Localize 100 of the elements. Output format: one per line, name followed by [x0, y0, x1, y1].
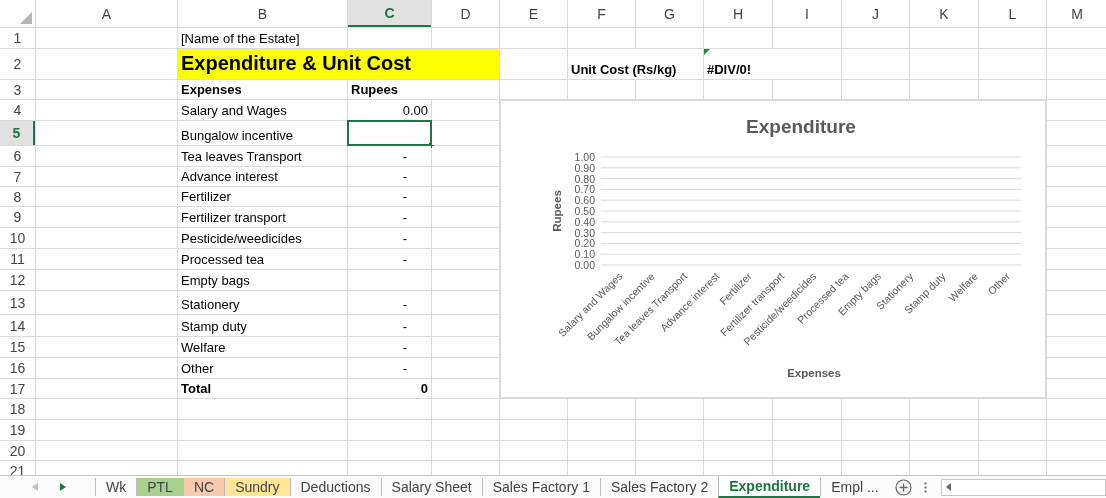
row-header[interactable]: 17	[0, 379, 35, 398]
sheet-tab[interactable]: Sundry	[224, 478, 290, 496]
column-header[interactable]: G	[636, 0, 703, 27]
table-cell[interactable]: Advance interest	[178, 167, 347, 186]
more-options-icon[interactable]	[923, 481, 927, 493]
column-header[interactable]: F	[568, 0, 635, 27]
sheet-tab[interactable]: Empl ...	[820, 478, 889, 496]
empty-cell[interactable]	[1047, 249, 1106, 269]
column-header[interactable]: L	[979, 0, 1046, 27]
column-header[interactable]: B	[178, 0, 347, 27]
column-header[interactable]: M	[1047, 0, 1106, 27]
table-cell[interactable]: Bungalow incentive	[178, 121, 347, 145]
row-header[interactable]: 20	[0, 441, 35, 460]
empty-cell[interactable]	[1047, 146, 1106, 166]
axis-title: Rupees	[551, 190, 563, 232]
table-cell[interactable]: Empty bags	[178, 270, 347, 290]
sheet-tab[interactable]: Expenditure	[718, 476, 821, 498]
axis-tick-label: 0.40	[574, 215, 595, 228]
table-cell[interactable]: -	[348, 167, 431, 186]
table-cell[interactable]: Expenses	[178, 80, 347, 99]
horizontal-scrollbar[interactable]	[940, 478, 1106, 496]
chart-title: Expenditure	[746, 116, 856, 137]
row-header[interactable]: 15	[0, 337, 35, 357]
empty-cell[interactable]	[1047, 167, 1106, 186]
column-header[interactable]: D	[432, 0, 499, 27]
empty-cell[interactable]	[1047, 337, 1106, 357]
table-cell[interactable]: Other	[178, 358, 347, 378]
table-cell[interactable]: #DIV/0!	[704, 49, 841, 79]
table-cell[interactable]: Pesticide/weedicides	[178, 228, 347, 248]
table-cell[interactable]: Tea leaves Transport	[178, 146, 347, 166]
table-cell[interactable]: Fertilizer	[178, 187, 347, 206]
table-cell[interactable]: Fertilizer transport	[178, 207, 347, 227]
row-header[interactable]: 11	[0, 249, 35, 269]
row-header[interactable]: 13	[0, 291, 35, 314]
table-cell[interactable]: Stamp duty	[178, 315, 347, 336]
column-header[interactable]: K	[910, 0, 978, 27]
row-header[interactable]: 1	[0, 28, 35, 48]
empty-cell[interactable]	[1047, 121, 1106, 145]
row-header[interactable]: 2	[0, 49, 35, 79]
row-header[interactable]: 16	[0, 358, 35, 378]
select-all-icon[interactable]	[20, 12, 32, 24]
column-header[interactable]: J	[842, 0, 909, 27]
column-header[interactable]: C	[348, 0, 431, 27]
table-cell[interactable]: -	[348, 358, 431, 378]
row-header[interactable]: 6	[0, 146, 35, 166]
row-header[interactable]: 3	[0, 80, 35, 99]
column-header[interactable]: I	[773, 0, 841, 27]
sheet-tab[interactable]: Salary Sheet	[380, 478, 482, 496]
row-header[interactable]: 8	[0, 187, 35, 206]
table-cell[interactable]: Salary and Wages	[178, 100, 347, 120]
table-cell[interactable]: -	[348, 228, 431, 248]
sheet-tab[interactable]: Sales Factory 1	[481, 478, 600, 496]
table-cell[interactable]: Unit Cost (Rs/kg)	[568, 49, 703, 79]
add-sheet-icon[interactable]	[894, 478, 912, 496]
row-header[interactable]: 5	[0, 121, 35, 145]
row-header[interactable]: 18	[0, 399, 35, 419]
row-header[interactable]: 19	[0, 420, 35, 440]
empty-cell[interactable]	[1047, 100, 1106, 120]
empty-cell[interactable]	[1047, 207, 1106, 227]
empty-cell[interactable]	[1047, 270, 1106, 290]
empty-cell[interactable]	[1047, 228, 1106, 248]
table-cell[interactable]	[348, 121, 431, 145]
row-header[interactable]: 12	[0, 270, 35, 290]
row-header[interactable]: 7	[0, 167, 35, 186]
table-cell[interactable]: -	[348, 207, 431, 227]
row-header[interactable]: 14	[0, 315, 35, 336]
table-cell[interactable]: Rupees	[348, 80, 499, 99]
table-cell[interactable]: -	[348, 146, 431, 166]
empty-cell[interactable]	[1047, 358, 1106, 378]
axis-tick-label: 0.90	[574, 161, 595, 174]
empty-cell[interactable]	[1047, 379, 1106, 398]
table-cell[interactable]: Processed tea	[178, 249, 347, 269]
table-cell[interactable]: Stationery	[178, 291, 347, 314]
column-header[interactable]: E	[500, 0, 567, 27]
row-header[interactable]: 9	[0, 207, 35, 227]
column-header[interactable]: A	[36, 0, 177, 27]
empty-cell[interactable]	[1047, 315, 1106, 336]
sheet-title[interactable]: Expenditure & Unit Cost	[178, 49, 499, 79]
table-cell[interactable]: 0.00	[348, 100, 431, 120]
axis-tick-label: 0.70	[574, 183, 595, 196]
scroll-right-icon[interactable]	[60, 483, 66, 491]
empty-cell[interactable]	[1047, 291, 1106, 314]
table-cell[interactable]: -	[348, 315, 431, 336]
sheet-tab[interactable]: NC	[182, 478, 225, 496]
scroll-left-icon[interactable]	[945, 483, 951, 491]
column-header[interactable]: H	[704, 0, 772, 27]
table-cell[interactable]: -	[348, 291, 431, 314]
table-cell[interactable]: -	[348, 249, 431, 269]
sheet-tab[interactable]: PTL	[136, 478, 183, 496]
table-cell[interactable]: -	[348, 337, 431, 357]
empty-cell[interactable]	[1047, 187, 1106, 206]
sheet-tab[interactable]: Deductions	[289, 478, 381, 496]
chart-area[interactable]	[500, 100, 1046, 398]
table-cell[interactable]: 0	[348, 379, 431, 398]
table-cell[interactable]: Total	[178, 379, 347, 398]
table-cell[interactable]: -	[348, 187, 431, 206]
row-header[interactable]: 4	[0, 100, 35, 120]
table-cell[interactable]: Welfare	[178, 337, 347, 357]
row-header[interactable]: 10	[0, 228, 35, 248]
table-cell[interactable]: [Name of the Estate]	[178, 28, 347, 48]
